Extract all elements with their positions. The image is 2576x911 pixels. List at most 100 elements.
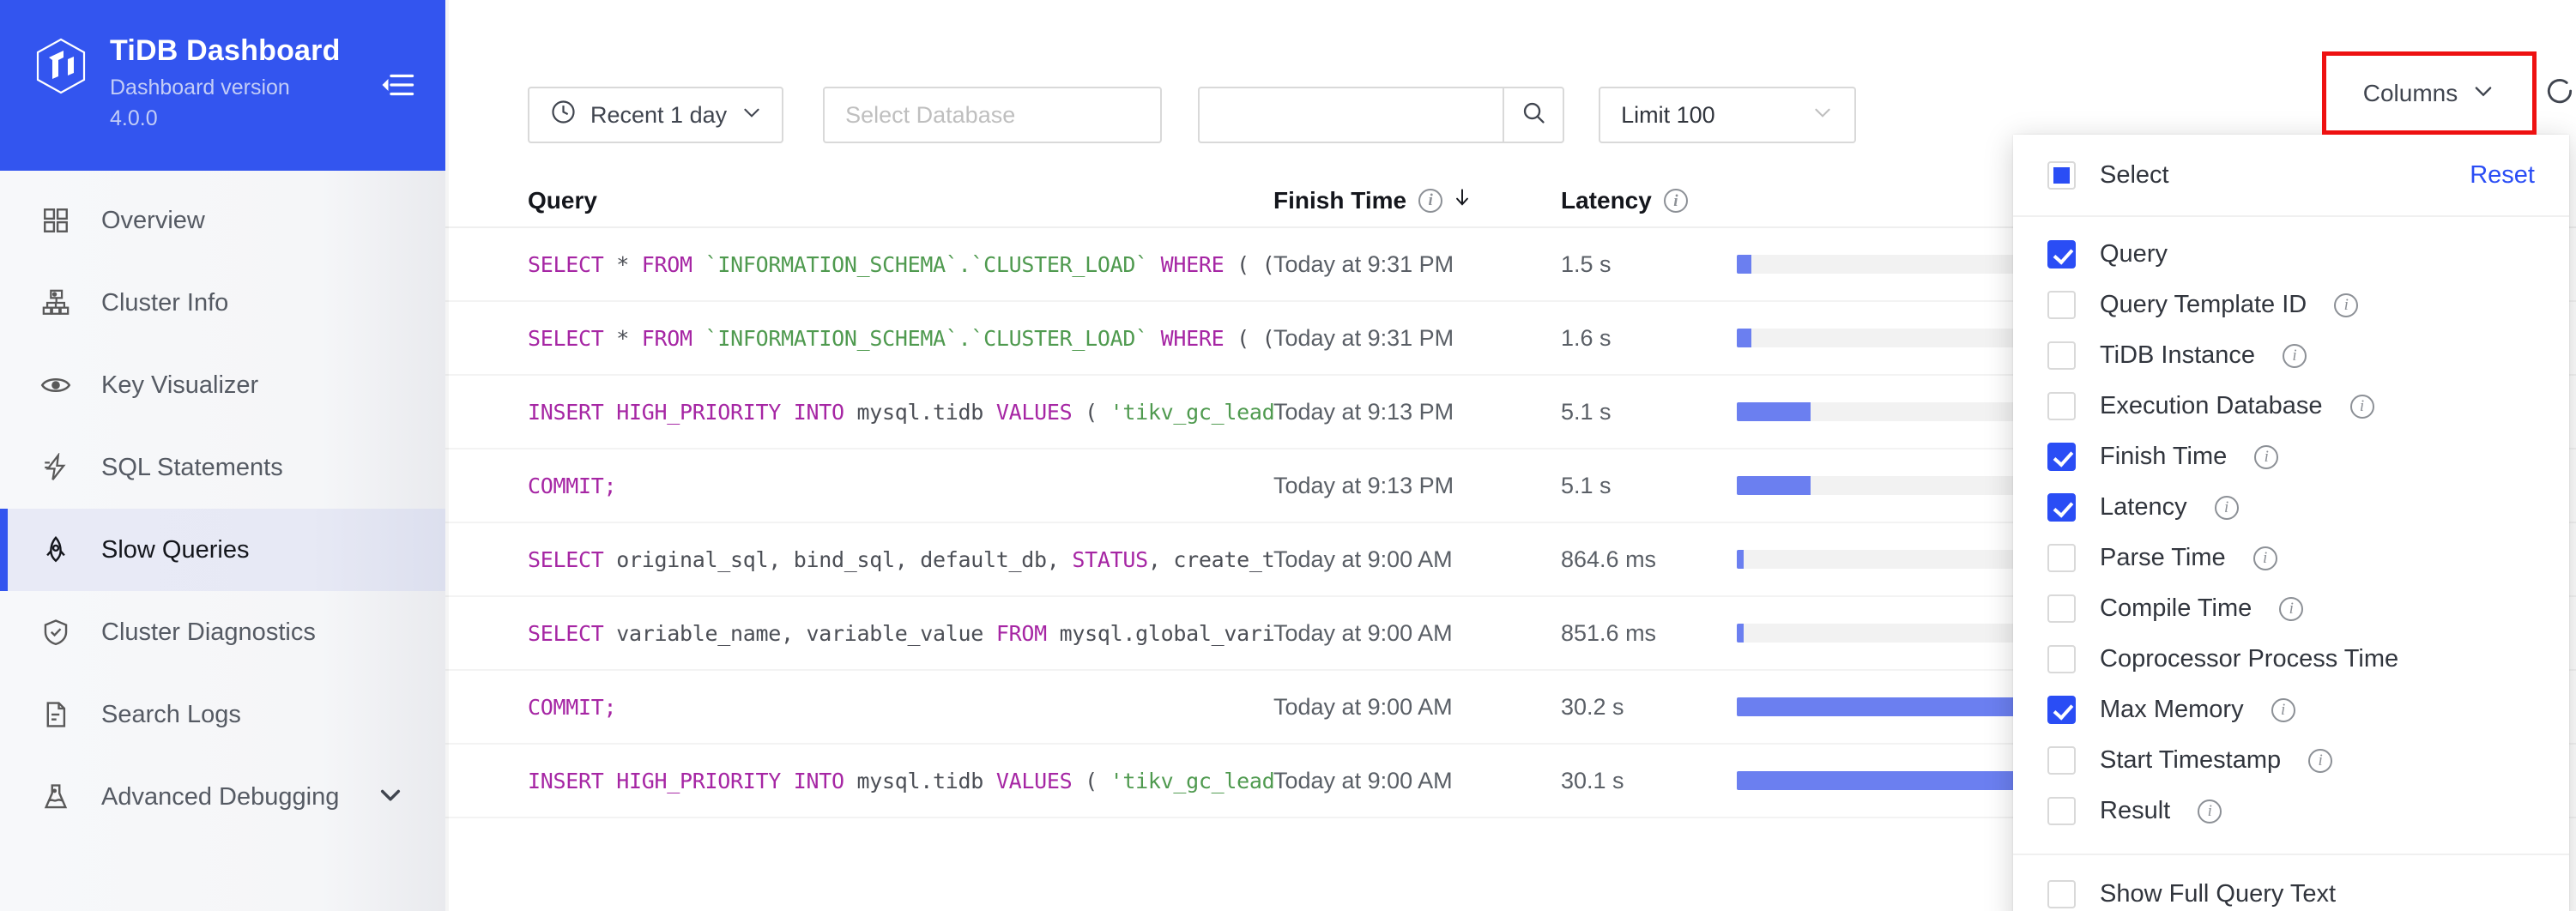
info-icon[interactable]: i (2308, 748, 2333, 773)
sql-text: INSERT HIGH_PRIORITY INTO mysql.tidb VAL… (528, 399, 1273, 425)
latency-value: 5.1 s (1561, 398, 1612, 425)
sidebar-item-sql-statements[interactable]: SQL Statements (0, 426, 445, 509)
columns-dropdown-panel: Select Reset Query Query Template ID i TiDB… (2013, 120, 2569, 911)
sidebar-item-overview[interactable]: Overview (0, 179, 445, 262)
sidebar-item-advanced-debugging[interactable]: Advanced Debugging (0, 756, 445, 838)
info-icon[interactable]: i (2198, 799, 2222, 824)
option-checkbox[interactable] (2047, 443, 2076, 471)
option-checkbox[interactable] (2047, 594, 2076, 623)
rocket-icon (38, 532, 74, 568)
time-range-selector[interactable]: Recent 1 day (528, 87, 784, 143)
sidebar-item-slow-queries[interactable]: Slow Queries (0, 509, 445, 591)
info-icon[interactable]: i (2334, 293, 2359, 317)
option-label: Parse Time (2100, 544, 2226, 571)
column-option-compile-time[interactable]: Compile Time i (2013, 583, 2569, 634)
sidebar-item-cluster-diagnostics[interactable]: Cluster Diagnostics (0, 591, 445, 673)
sidebar-item-label: Search Logs (101, 700, 241, 728)
column-header-query[interactable]: Query (445, 187, 1273, 214)
latency-bar (1737, 550, 2020, 569)
option-checkbox[interactable] (2047, 493, 2076, 522)
info-icon[interactable]: i (2349, 394, 2374, 419)
latency-bar-fill (1737, 771, 2019, 790)
chevron-down-icon (1811, 101, 1834, 130)
option-checkbox[interactable] (2047, 645, 2076, 673)
latency-value: 851.6 ms (1561, 619, 1657, 646)
cell-finish-time: Today at 9:13 PM (1273, 398, 1454, 425)
sidebar-nav: Overview Cluster Info Key Visualizer SQL… (0, 171, 445, 838)
sql-text: COMMIT; (528, 473, 617, 498)
option-checkbox[interactable] (2047, 341, 2076, 370)
chevron-down-icon (741, 101, 763, 130)
column-option-query-template-id[interactable]: Query Template ID i (2013, 280, 2569, 330)
info-icon[interactable]: i (1663, 189, 1688, 213)
columns-button[interactable]: Columns (2322, 51, 2537, 135)
lightning-icon (38, 449, 74, 486)
sidebar-item-cluster-info[interactable]: Cluster Info (0, 262, 445, 344)
cell-query: SELECT * FROM `INFORMATION_SCHEMA`.`CLUS… (445, 251, 1273, 278)
option-checkbox[interactable] (2047, 291, 2076, 319)
content-scrollbar[interactable] (445, 0, 449, 911)
show-full-query-text-checkbox[interactable] (2047, 880, 2076, 908)
menu-fold-icon[interactable] (379, 67, 415, 103)
column-option-execution-database[interactable]: Execution Database i (2013, 381, 2569, 431)
column-option-coprocessor-process-time[interactable]: Coprocessor Process Time (2013, 634, 2569, 685)
cluster-nodes-icon (38, 285, 74, 321)
info-icon[interactable]: i (1418, 188, 1443, 213)
column-option-finish-time[interactable]: Finish Time i (2013, 431, 2569, 482)
columns-button-label: Columns (2362, 79, 2458, 106)
select-all-row[interactable]: Select (2047, 160, 2169, 190)
option-checkbox[interactable] (2047, 240, 2076, 268)
info-icon[interactable]: i (2279, 596, 2304, 621)
sidebar: TiDB Dashboard Dashboard version 4.0.0 O… (0, 0, 445, 911)
flask-icon (38, 779, 74, 815)
cell-query: COMMIT; (445, 694, 1273, 721)
search-input[interactable] (1198, 87, 1503, 143)
chevron-down-icon[interactable] (377, 781, 404, 813)
cell-finish-time: Today at 9:00 AM (1273, 619, 1453, 646)
sidebar-item-key-visualizer[interactable]: Key Visualizer (0, 344, 445, 426)
clock-icon (550, 99, 577, 131)
sql-text: INSERT HIGH_PRIORITY INTO mysql.tidb VAL… (528, 768, 1273, 793)
database-select[interactable]: Select Database (823, 87, 1163, 143)
cell-query: INSERT HIGH_PRIORITY INTO mysql.tidb VAL… (445, 399, 1273, 425)
cell-query: SELECT * FROM `INFORMATION_SCHEMA`.`CLUS… (445, 325, 1273, 352)
option-checkbox[interactable] (2047, 797, 2076, 825)
latency-bar-fill (1737, 550, 1745, 569)
info-icon[interactable]: i (2283, 343, 2307, 368)
option-checkbox[interactable] (2047, 544, 2076, 572)
option-checkbox[interactable] (2047, 696, 2076, 724)
cell-finish-time: Today at 9:31 PM (1273, 324, 1454, 351)
column-option-latency[interactable]: Latency i (2013, 482, 2569, 533)
column-option-start-timestamp[interactable]: Start Timestamp i (2013, 735, 2569, 786)
refresh-icon[interactable] (2543, 75, 2576, 112)
option-label: Execution Database (2100, 392, 2323, 419)
reset-button[interactable]: Reset (2470, 161, 2535, 190)
latency-bar-fill (1737, 255, 1751, 274)
time-range-label: Recent 1 day (590, 101, 728, 128)
info-icon[interactable]: i (2252, 546, 2277, 570)
info-icon[interactable]: i (2214, 495, 2239, 520)
sql-text: SELECT * FROM `INFORMATION_SCHEMA`.`CLUS… (528, 251, 1273, 277)
toolbar-right-group: Columns (2322, 51, 2576, 135)
latency-bar-fill (1737, 329, 1752, 347)
column-header-finish-time[interactable]: Finish Time i (1273, 186, 1561, 214)
sidebar-item-label: Slow Queries (101, 535, 250, 564)
search-button[interactable] (1503, 87, 1565, 143)
latency-bar-fill (1737, 697, 2020, 716)
info-icon[interactable]: i (2254, 444, 2279, 469)
select-all-checkbox[interactable] (2047, 160, 2076, 190)
show-full-query-text-option[interactable]: Show Full Query Text (2013, 869, 2569, 911)
column-option-parse-time[interactable]: Parse Time i (2013, 533, 2569, 583)
option-checkbox[interactable] (2047, 392, 2076, 420)
option-label: Coprocessor Process Time (2100, 645, 2399, 673)
option-checkbox[interactable] (2047, 746, 2076, 775)
info-icon[interactable]: i (2271, 697, 2295, 722)
limit-selector[interactable]: Limit 100 (1599, 87, 1857, 143)
column-option-query[interactable]: Query (2013, 229, 2569, 280)
file-text-icon (38, 697, 74, 733)
column-option-tidb-instance[interactable]: TiDB Instance i (2013, 330, 2569, 381)
sidebar-item-search-logs[interactable]: Search Logs (0, 673, 445, 756)
tidb-dashboard-app: TiDB Dashboard Dashboard version 4.0.0 O… (0, 0, 2576, 911)
column-option-result[interactable]: Result i (2013, 786, 2569, 836)
column-option-max-memory[interactable]: Max Memory i (2013, 685, 2569, 735)
